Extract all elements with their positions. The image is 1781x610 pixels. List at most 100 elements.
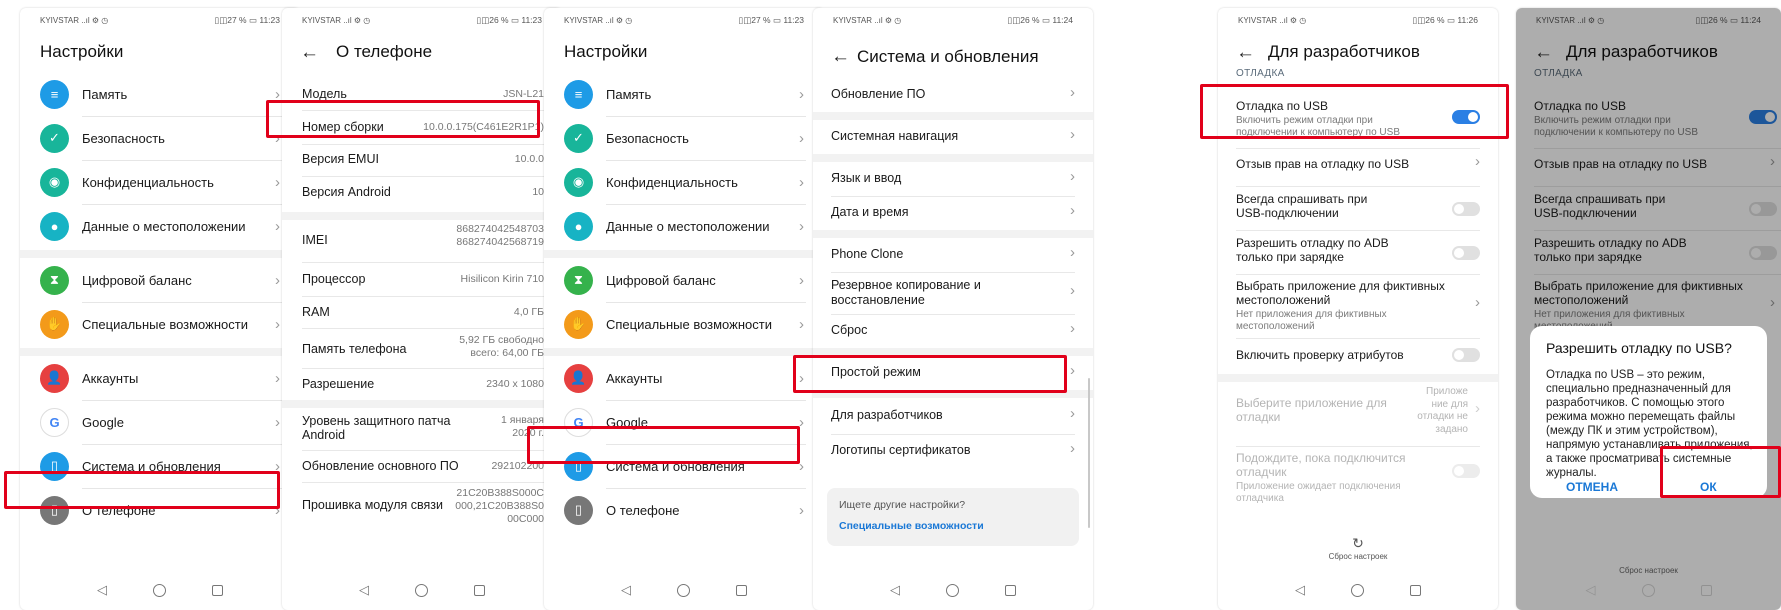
settings-item-system[interactable]: ▯ Система и обновления › xyxy=(20,444,300,488)
adb-charging-toggle[interactable] xyxy=(1452,246,1480,260)
settings-item-security[interactable]: ✓ Безопасность › xyxy=(20,116,300,160)
recents-nav-icon[interactable] xyxy=(1005,584,1016,596)
settings-item-google[interactable]: G Google › xyxy=(544,400,824,444)
attr-check-toggle[interactable] xyxy=(1452,348,1480,362)
location-icon: ● xyxy=(564,211,593,241)
settings-item-accessibility[interactable]: ✋ Специальные возможности › xyxy=(544,302,824,346)
phone-settings-2: KYIVSTAR ..ıl ⚙ ◷ ▯◫27 % ▭ 11:23 Настрой… xyxy=(544,8,824,610)
about-row-resolution: Разрешение 2340 x 1080 xyxy=(282,368,562,400)
back-arrow-icon[interactable]: ← xyxy=(300,42,319,64)
system-item-phone-clone[interactable]: Phone Clone › xyxy=(813,238,1093,272)
dialog-scrim[interactable] xyxy=(1516,8,1781,610)
settings-item-storage[interactable]: ≡ Память › xyxy=(20,72,300,116)
wait-line1: Подождите, пока подключится xyxy=(1236,451,1406,465)
settings-item-label: Безопасность xyxy=(606,130,689,146)
wait-debugger-title: Подождите, пока подключится отладчик xyxy=(1236,451,1436,479)
chevron-right-icon: › xyxy=(1070,244,1075,261)
system-item-label: Язык и ввод xyxy=(831,171,902,185)
scrollbar[interactable] xyxy=(1088,378,1090,528)
settings-item-privacy[interactable]: ◉ Конфиденциальность › xyxy=(544,160,824,204)
settings-item-security[interactable]: ✓ Безопасность › xyxy=(544,116,824,160)
home-nav-icon[interactable] xyxy=(1641,583,1655,597)
dev-revoke-usb[interactable]: Отзыв прав на отладку по USB › xyxy=(1218,148,1498,178)
system-item-certificates[interactable]: Логотипы сертификатов › xyxy=(813,434,1093,468)
system-item-backup[interactable]: Резервное копирование и восстановление › xyxy=(813,272,1093,314)
system-item-navigation[interactable]: Системная навигация › xyxy=(813,120,1093,154)
back-nav-icon[interactable]: ◁ xyxy=(97,582,107,598)
settings-item-label: О телефоне xyxy=(606,502,680,518)
settings-item-location[interactable]: ● Данные о местоположении › xyxy=(20,204,300,248)
baseband-line2: 000,21C20B388S0 xyxy=(455,500,544,512)
screenshot-collage: KYIVSTAR ..ıl ⚙ ◷ ▯◫27 % ▭ 11:23 Настрой… xyxy=(0,0,1781,610)
recents-nav-icon[interactable] xyxy=(1700,584,1712,596)
revoke-title: Отзыв прав на отладку по USB xyxy=(1236,157,1410,171)
settings-item-digital-balance[interactable]: ⧗ Цифровой баланс › xyxy=(20,258,300,302)
attr-check-title: Включить проверку атрибутов xyxy=(1236,348,1404,362)
settings-item-digital-balance[interactable]: ⧗ Цифровой баланс › xyxy=(544,258,824,302)
settings-item-accessibility[interactable]: ✋ Специальные возможности › xyxy=(20,302,300,346)
settings-item-accounts[interactable]: 👤 Аккаунты › xyxy=(20,356,300,400)
settings-item-about-phone[interactable]: ▯ О телефоне › xyxy=(20,488,300,532)
settings-item-accounts[interactable]: 👤 Аккаунты › xyxy=(544,356,824,400)
system-item-software-update[interactable]: Обновление ПО › xyxy=(813,78,1093,112)
recents-nav-icon[interactable] xyxy=(736,584,747,596)
ok-button[interactable]: ОК xyxy=(1700,480,1717,494)
recents-nav-icon[interactable] xyxy=(474,584,485,596)
home-nav-icon[interactable] xyxy=(1351,583,1364,597)
imei-2: 868274042568719 xyxy=(456,236,544,248)
system-item-date-time[interactable]: Дата и время › xyxy=(813,196,1093,230)
settings-item-location[interactable]: ● Данные о местоположении › xyxy=(544,204,824,248)
settings-item-privacy[interactable]: ◉ Конфиденциальность › xyxy=(20,160,300,204)
back-nav-icon[interactable]: ◁ xyxy=(621,582,631,598)
privacy-icon: ◉ xyxy=(564,167,593,197)
chevron-right-icon: › xyxy=(275,315,280,333)
system-item-developer[interactable]: Для разработчиков › xyxy=(813,398,1093,434)
back-arrow-icon[interactable]: ← xyxy=(1236,42,1255,64)
home-nav-icon[interactable] xyxy=(946,583,959,597)
imei-1: 868274042548703 xyxy=(456,223,544,235)
system-item-label: Системная навигация xyxy=(831,129,959,143)
dev-attr-check[interactable]: Включить проверку атрибутов xyxy=(1218,338,1498,372)
back-nav-icon[interactable]: ◁ xyxy=(1586,582,1596,598)
back-arrow-icon[interactable]: ← xyxy=(831,46,850,68)
nav-bar: ◁ xyxy=(813,570,1093,610)
dev-usb-debugging[interactable]: Отладка по USB Включить режим отладки пр… xyxy=(1218,98,1498,146)
page-title: Система и обновления xyxy=(857,47,1039,66)
recents-nav-icon[interactable] xyxy=(1410,584,1421,596)
dev-adb-charging[interactable]: Разрешить отладку по ADB только при заряд… xyxy=(1218,234,1498,272)
back-nav-icon[interactable]: ◁ xyxy=(1295,582,1305,598)
recents-nav-icon[interactable] xyxy=(212,584,223,596)
phone-system: KYIVSTAR ..ıl ⚙ ◷ ▯◫26 % ▭ 11:24 ← Систе… xyxy=(813,8,1093,610)
back-nav-icon[interactable]: ◁ xyxy=(890,582,900,598)
mock-line2: местоположений xyxy=(1236,293,1331,307)
wait-sub-line1: Приложение ожидает подключения xyxy=(1236,481,1401,492)
home-nav-icon[interactable] xyxy=(153,583,166,597)
status-carrier: KYIVSTAR ..ıl ⚙ ◷ xyxy=(1238,15,1307,25)
settings-item-storage[interactable]: ≡ Память › xyxy=(544,72,824,116)
back-nav-icon[interactable]: ◁ xyxy=(359,582,369,598)
home-nav-icon[interactable] xyxy=(677,583,690,597)
dev-always-ask-usb[interactable]: Всегда спрашивать при USB-подключении xyxy=(1218,190,1498,228)
settings-item-system[interactable]: ▯ Система и обновления › xyxy=(544,444,824,488)
status-bar: KYIVSTAR ..ıl ⚙ ◷ ▯◫26 % ▭ 11:26 xyxy=(1218,8,1498,32)
usb-debug-toggle[interactable] xyxy=(1452,110,1480,124)
settings-item-google[interactable]: G Google › xyxy=(20,400,300,444)
cancel-button[interactable]: ОТМЕНА xyxy=(1566,480,1618,494)
always-ask-toggle[interactable] xyxy=(1452,202,1480,216)
wait-line2: отладчик xyxy=(1236,465,1287,479)
system-item-language[interactable]: Язык и ввод › xyxy=(813,162,1093,196)
home-nav-icon[interactable] xyxy=(415,583,428,597)
reset-settings-button[interactable]: ↻ Сброс настроек xyxy=(1218,535,1498,561)
dev-mock-location[interactable]: Выбрать приложение для фиктивных местопол… xyxy=(1218,278,1498,332)
system-item-reset[interactable]: Сброс › xyxy=(813,314,1093,348)
system-item-simple-mode[interactable]: Простой режим › xyxy=(813,356,1093,390)
chevron-right-icon: › xyxy=(799,271,804,289)
status-bar: KYIVSTAR ..ıl ⚙ ◷ ▯◫26 % ▭ 11:23 xyxy=(282,8,562,32)
about-row-build-number[interactable]: Номер сборки 10.0.0.175(C461E2R1P1) xyxy=(282,110,562,144)
settings-item-about-phone[interactable]: ▯ О телефоне › xyxy=(544,488,824,532)
accessibility-link[interactable]: Специальные возможности xyxy=(839,520,984,532)
phone-developer-dialog: KYIVSTAR ..ıl ⚙ ◷ ▯◫26 % ▭ 11:24 ← Для р… xyxy=(1516,8,1781,610)
chevron-right-icon: › xyxy=(1070,405,1075,422)
phone-settings: KYIVSTAR ..ıl ⚙ ◷ ▯◫27 % ▭ 11:23 Настрой… xyxy=(20,8,300,610)
row-value: 10.0.0 xyxy=(514,153,544,165)
